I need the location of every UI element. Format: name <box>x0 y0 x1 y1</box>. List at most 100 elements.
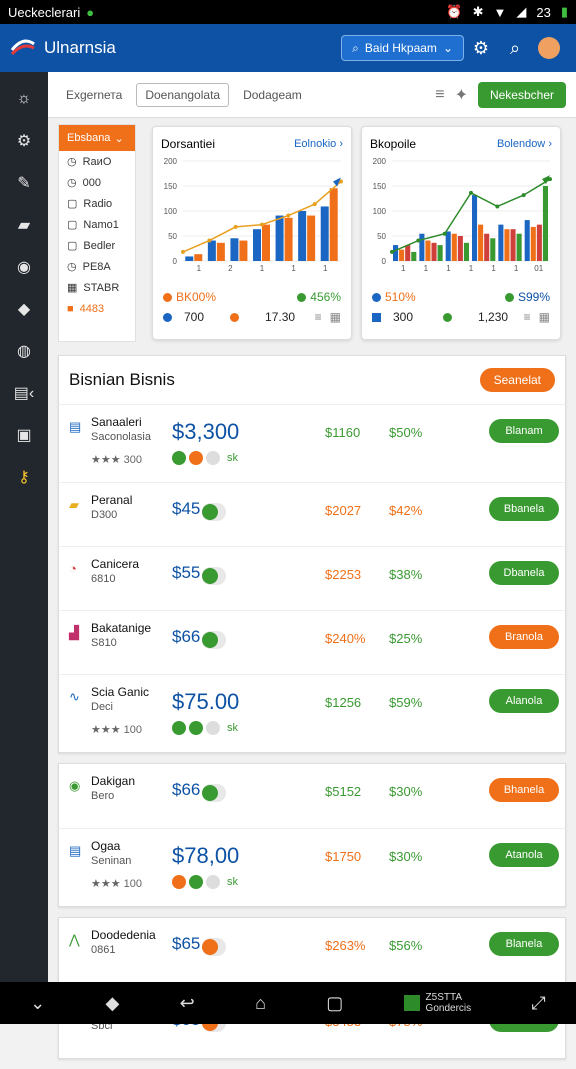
list-icon[interactable]: ≡ <box>315 310 322 324</box>
item-toggle[interactable] <box>202 938 226 956</box>
search-dropdown[interactable]: ⌕ Baid Hkpaam ⌄ <box>341 35 464 61</box>
list-item[interactable]: ◉ Dakigan Bero $66 $5152 $30% Bhanela <box>59 764 565 828</box>
sidebar-item-document[interactable]: ▰ <box>0 204 48 246</box>
chevron-down-icon[interactable]: ⌄ <box>30 993 45 1014</box>
item-rating: ★★★ 100 <box>91 878 142 890</box>
chart-link[interactable]: Bolendow › <box>497 138 552 150</box>
alarm-icon: ⏰ <box>446 4 463 19</box>
grid-icon[interactable]: ▦ <box>539 310 550 324</box>
settings-button[interactable]: ⚙ <box>464 31 498 65</box>
sidebar-item-eye[interactable]: ◉ <box>0 246 48 288</box>
item-value-1: $2027 <box>325 503 362 518</box>
tab-2[interactable]: Dodageam <box>235 84 310 106</box>
expand-icon[interactable]: ⤢ <box>531 993 545 1014</box>
bar <box>504 229 510 261</box>
menu-icon[interactable]: ≡ <box>435 86 444 104</box>
sidebar-item-book[interactable]: ▤‹ <box>0 372 48 414</box>
grid-icon[interactable]: ▦ <box>330 310 341 324</box>
header-action-button[interactable]: Seanelat <box>479 368 555 392</box>
item-value-2: $30% <box>389 784 423 799</box>
item-action-button[interactable]: Branola <box>489 625 559 649</box>
kpi-right: S99% <box>504 290 550 304</box>
filter-item[interactable]: ▦ STABR <box>59 277 135 298</box>
trend-point <box>442 231 447 236</box>
recents-icon[interactable]: ▢ <box>326 993 343 1014</box>
brand[interactable]: Ulnarnsia <box>10 36 116 61</box>
filter-item[interactable]: ◷ RaиO <box>59 151 135 172</box>
list-item[interactable]: ▤ Ogaa Seninan ★★★ 100 $78,00 sk $1750 $30% Atan… <box>59 828 565 906</box>
filter-item[interactable]: ◷ PE8A <box>59 256 135 277</box>
y-tick-label: 50 <box>168 232 177 241</box>
clock-icon: ◷ <box>67 261 77 273</box>
list-item[interactable]: ◔ Canicera 6810 $55 $2253 $38% Dbanela <box>59 546 565 610</box>
logo-icon <box>10 36 36 61</box>
filter-item[interactable]: ▢ Radio <box>59 193 135 214</box>
chart-link[interactable]: Eolnokio › <box>294 138 343 150</box>
trend-point <box>286 213 291 218</box>
item-sub: D300 <box>91 509 118 521</box>
list-item[interactable]: ▤ Sanaaleri Saconolasia ★★★ 300 $3,300 sk $116… <box>59 404 565 482</box>
nav-bar: ⌄ ◆ ↩ ⌂ ▢ Z5STTA Gondercis ⤢ <box>0 982 576 1024</box>
item-toggle[interactable] <box>202 631 226 649</box>
tab-0[interactable]: Exgernета <box>58 84 130 106</box>
item-action-button[interactable]: Dbanela <box>489 561 559 585</box>
x-tick-label: 01 <box>534 264 543 273</box>
filter-item[interactable]: ▢ Namo1 <box>59 214 135 235</box>
bar <box>445 231 451 261</box>
bar <box>536 224 542 261</box>
item-toggle[interactable] <box>202 503 226 521</box>
sidebar-item-card[interactable]: ▣ <box>0 414 48 456</box>
sidebar-item-sun[interactable]: ☼ <box>0 78 48 120</box>
dot-icon[interactable]: ◆ <box>106 993 120 1014</box>
app-bar: Ulnarnsia ⌕ Baid Hkpaam ⌄ ⚙ ⌕ <box>0 24 576 72</box>
item-action-button[interactable]: Blanam <box>489 419 559 443</box>
x-tick-label: 1 <box>514 264 519 273</box>
avatar[interactable] <box>532 31 566 65</box>
sidebar-item-palette[interactable]: ◍ <box>0 330 48 372</box>
item-action-button[interactable]: Bbanela <box>489 497 559 521</box>
circle-icon: ◉ <box>69 778 81 793</box>
sidebar-item-brush[interactable]: ✎ <box>0 162 48 204</box>
pin-icon[interactable]: ✦ <box>455 85 468 105</box>
primary-action-button[interactable]: Nekesbcher <box>477 81 566 108</box>
x-tick-label: 1 <box>291 264 296 273</box>
item-action-button[interactable]: Blanela <box>489 932 559 956</box>
bar <box>284 217 293 261</box>
x-tick-label: 1 <box>197 264 202 273</box>
x-tick-label: 2 <box>228 264 233 273</box>
item-action-button[interactable]: Bhanela <box>489 778 559 802</box>
lock-icon: ▢ <box>67 240 78 252</box>
home-icon[interactable]: ⌂ <box>255 993 266 1014</box>
filter-item[interactable]: ◷ 000 <box>59 172 135 193</box>
notification-sub: Gondercis <box>425 1003 472 1014</box>
sidebar-item-key[interactable]: ⚷ <box>0 456 48 498</box>
status-bar: Ueckeclerari ● ⏰ ✱ ▼ ◢ 23 ▮ <box>0 0 576 24</box>
item-action-button[interactable]: Atanola <box>489 843 559 867</box>
item-action-button[interactable]: Alanola <box>489 689 559 713</box>
bar <box>451 233 457 261</box>
y-tick-label: 200 <box>164 157 178 166</box>
search-button[interactable]: ⌕ <box>498 31 532 65</box>
y-tick-label: 100 <box>164 207 178 216</box>
folder-icon: ◆ <box>17 301 31 318</box>
item-toggle[interactable] <box>202 784 226 802</box>
back-icon[interactable]: ↩ <box>180 993 195 1014</box>
list-item[interactable]: ⋀ Doodedenia 0861 $65 $263% $56% Blanela <box>59 918 565 982</box>
sidebar-item-settings[interactable]: ⚙ <box>0 120 48 162</box>
tab-1[interactable]: Doenangolata <box>136 82 230 107</box>
y-tick-label: 0 <box>173 257 178 266</box>
item-value-2: $38% <box>389 567 423 582</box>
item-toggle[interactable] <box>202 567 226 585</box>
list-item[interactable]: ▰ Peranal D300 $45 $2027 $42% Bbanela <box>59 482 565 546</box>
search-label: Baid Hkpaam <box>364 41 437 55</box>
filter-item[interactable]: ▢ Bedler <box>59 235 135 256</box>
list-item[interactable]: ▟ Bakatanige S810 $66 $240% $25% Branola <box>59 610 565 674</box>
notification[interactable]: Z5STTA Gondercis <box>403 992 472 1014</box>
list-item[interactable]: ∿ Scia Ganic Deci ★★★ 100 $75.00 sk $1256 $59% A… <box>59 674 565 752</box>
sidebar-item-folder[interactable]: ◆ <box>0 288 48 330</box>
bluetooth-icon: ✱ <box>472 4 484 19</box>
filter-dropdown[interactable]: Ebsbana ⌄ <box>59 125 135 151</box>
filter-item[interactable]: ■ 4483 <box>59 298 135 319</box>
x-tick-label: 1 <box>446 264 451 273</box>
list-icon[interactable]: ≡ <box>524 310 531 324</box>
